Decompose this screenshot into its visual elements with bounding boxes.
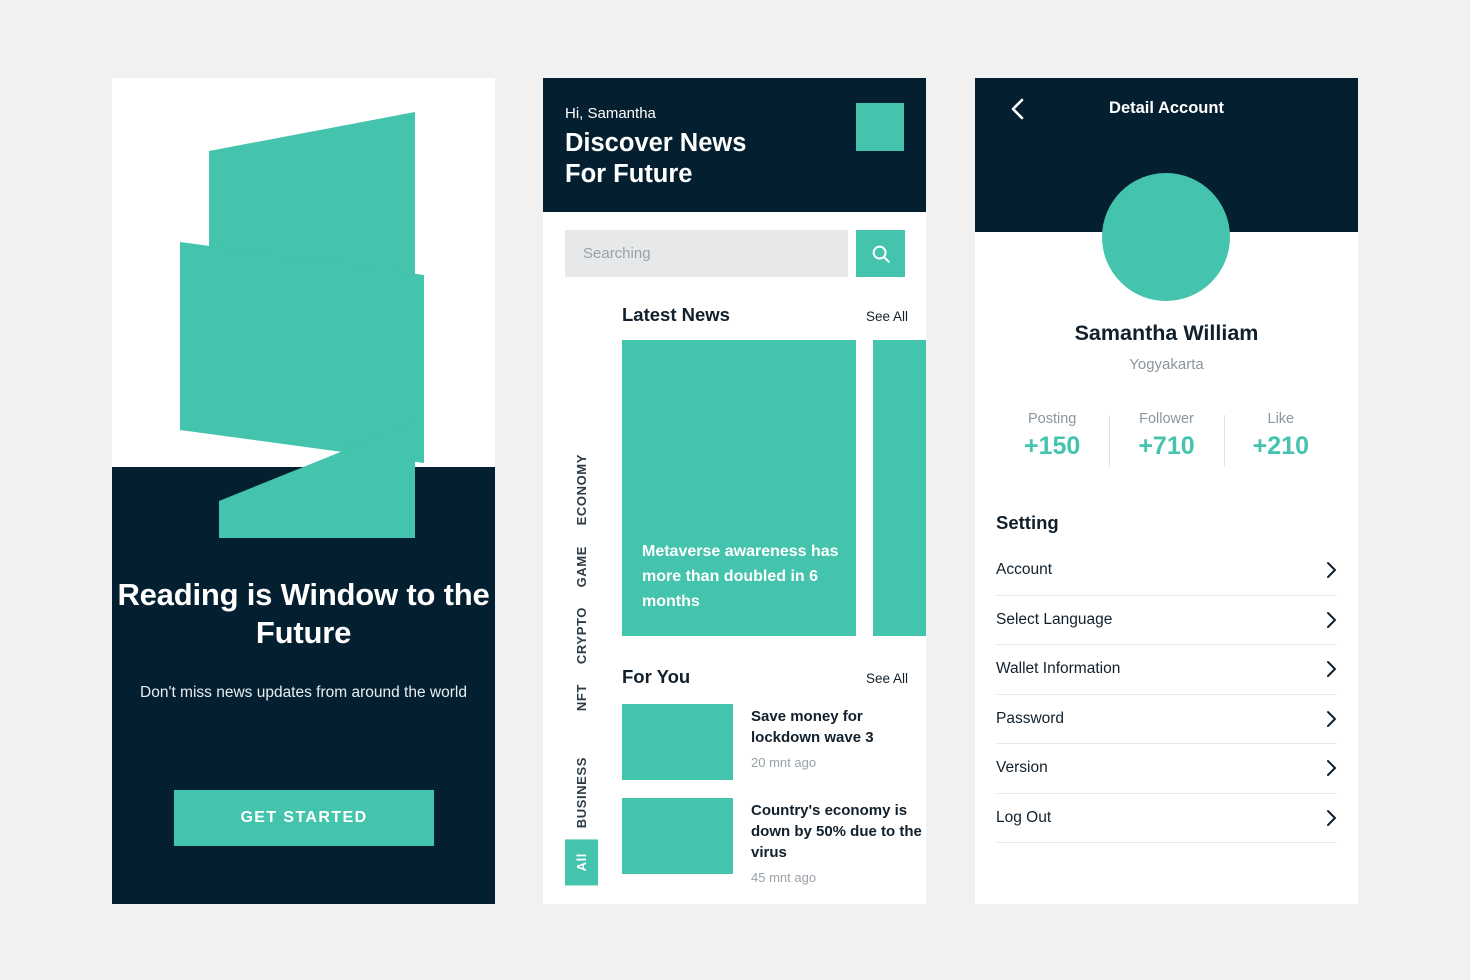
list-item-body: Save money for lockdown wave 3 20 mnt ag…	[751, 704, 926, 780]
setting-heading: Setting	[996, 512, 1059, 533]
account-name: Samantha William	[1074, 321, 1259, 345]
stat-like: Like +210	[1223, 411, 1338, 467]
discover-news-screen: Hi, Samantha Discover NewsFor Future All…	[543, 78, 926, 904]
setting-item-wallet-information[interactable]: Wallet Information	[996, 645, 1337, 695]
setting-item-label: Select Language	[996, 610, 1113, 628]
article-thumbnail-icon	[622, 704, 733, 780]
setting-item-select-language[interactable]: Select Language	[996, 596, 1337, 645]
discover-title: Discover News For Future	[565, 129, 747, 188]
onboarding-screen: Reading is Window to the Future Don't mi…	[112, 78, 495, 904]
stat-label: Posting	[1027, 411, 1077, 427]
detail-account-screen: Detail Account Samantha William Yogyakar…	[975, 78, 1358, 904]
list-item-title: Country's economy is down by 50% due to …	[751, 802, 922, 861]
list-item-title: Save money for lockdown wave 3	[751, 708, 874, 746]
featured-article-headline: Metaverse awareness has more than double…	[642, 543, 839, 610]
stat-value: +210	[1252, 432, 1309, 460]
chevron-right-icon	[1325, 710, 1337, 728]
setting-item-version[interactable]: Version	[996, 744, 1337, 794]
article-thumbnail-icon	[622, 798, 733, 874]
search-input[interactable]	[565, 230, 848, 277]
setting-item-label: Password	[996, 709, 1065, 727]
chevron-right-icon	[1325, 759, 1337, 777]
setting-item-label: Account	[996, 561, 1053, 579]
category-tab-economy[interactable]: ECONOMY	[574, 444, 589, 535]
account-location: Yogyakarta	[1129, 356, 1204, 373]
category-tab-business[interactable]: BUSINESS	[574, 747, 589, 838]
get-started-button[interactable]: GET STARTED	[174, 790, 434, 846]
onboarding-hero	[112, 78, 495, 467]
chevron-right-icon	[1325, 809, 1337, 827]
list-item-body: Country's economy is down by 50% due to …	[751, 798, 926, 885]
stat-value: +710	[1138, 432, 1195, 460]
featured-article-card-next[interactable]	[873, 340, 926, 636]
list-item-timestamp: 20 mnt ago	[751, 755, 817, 770]
chevron-right-icon	[1325, 660, 1337, 678]
stat-value: +150	[1024, 432, 1081, 460]
featured-article-card[interactable]: Metaverse awareness has more than double…	[622, 340, 856, 636]
page-title: Detail Account	[1109, 99, 1224, 117]
greeting-text: Hi, Samantha	[565, 105, 656, 122]
avatar-circle-icon	[1102, 173, 1230, 301]
account-stats: Posting +150 Follower +710 Like +210	[995, 411, 1338, 467]
category-tab-nft[interactable]: NFT	[574, 674, 589, 721]
stat-label: Like	[1267, 411, 1295, 427]
for-you-see-all-link[interactable]: See All	[866, 671, 908, 686]
chevron-right-icon	[1325, 561, 1337, 579]
for-you-list: Save money for lockdown wave 3 20 mnt ag…	[622, 704, 926, 903]
list-item[interactable]: Country's economy is down by 50% due to …	[622, 798, 926, 885]
onboarding-headline: Reading is Window to the Future	[117, 577, 490, 650]
stat-posting: Posting +150	[995, 411, 1109, 461]
screens-canvas: Reading is Window to the Future Don't mi…	[0, 0, 1470, 980]
setting-item-label: Version	[996, 759, 1048, 777]
list-item[interactable]: Save money for lockdown wave 3 20 mnt ag…	[622, 704, 926, 780]
avatar-square-icon[interactable]	[856, 103, 904, 151]
category-tab-crypto[interactable]: CRYPTO	[574, 597, 589, 674]
setting-item-label: Wallet Information	[996, 660, 1121, 678]
setting-list: Account Select Language Wallet Informati…	[996, 546, 1337, 843]
setting-item-account[interactable]: Account	[996, 546, 1337, 596]
setting-item-label: Log Out	[996, 808, 1052, 826]
stat-label: Follower	[1139, 411, 1194, 427]
category-tab-all[interactable]: All	[564, 838, 598, 885]
search-button[interactable]	[856, 230, 905, 277]
setting-item-log-out[interactable]: Log Out	[996, 794, 1337, 843]
chevron-right-icon	[1325, 611, 1337, 629]
search-icon	[872, 245, 890, 263]
list-item-timestamp: 45 mnt ago	[751, 870, 817, 885]
category-rail: All BUSINESS NFT CRYPTO GAME ECONOMY	[560, 290, 602, 885]
category-tab-game[interactable]: GAME	[574, 536, 589, 597]
latest-news-see-all-link[interactable]: See All	[866, 309, 908, 324]
latest-news-heading: Latest News	[622, 304, 730, 325]
setting-item-password[interactable]: Password	[996, 695, 1337, 744]
for-you-heading: For You	[622, 666, 691, 687]
search-row	[565, 230, 905, 277]
onboarding-subheadline: Don't miss news updates from around the …	[140, 684, 467, 701]
discover-header: Hi, Samantha Discover News For Future	[543, 78, 926, 212]
stat-follower: Follower +710	[1109, 411, 1223, 467]
